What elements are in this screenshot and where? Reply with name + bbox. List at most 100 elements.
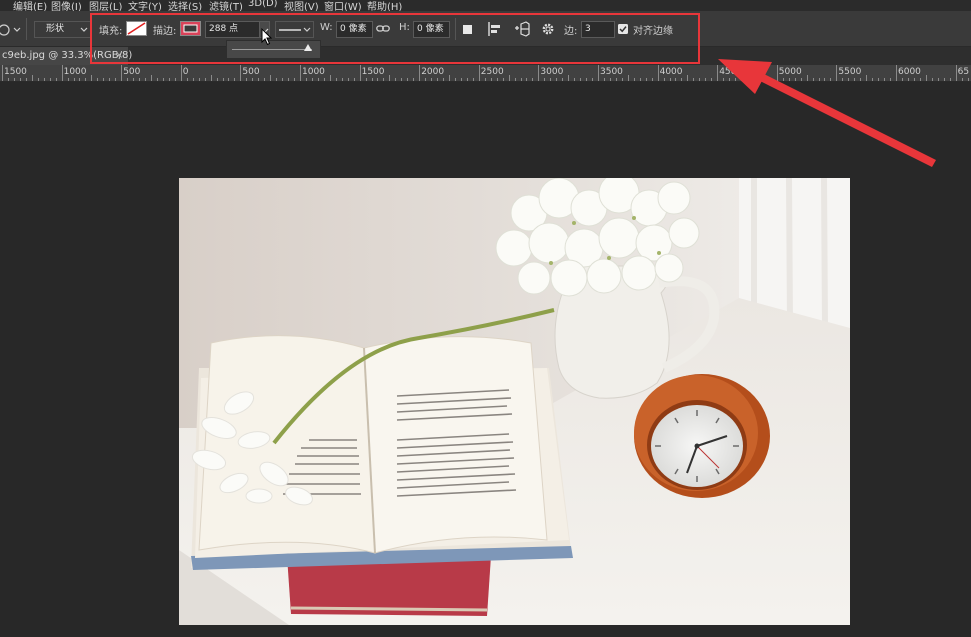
- ruler-minor-tick: [490, 78, 492, 81]
- ruler-minor-tick: [663, 78, 665, 81]
- ruler-minor-tick: [693, 78, 695, 81]
- ruler-minor-tick: [449, 75, 450, 81]
- ruler-minor-tick: [556, 78, 558, 81]
- ruler-major-tick: [300, 65, 301, 81]
- ruler-major-tick: [478, 65, 480, 81]
- ruler-minor-tick: [162, 78, 164, 81]
- tool-preset-icon[interactable]: [0, 24, 22, 36]
- ruler-minor-tick: [371, 78, 373, 81]
- ruler-minor-tick: [639, 78, 641, 81]
- ruler-minor-tick: [377, 78, 379, 81]
- ruler-minor-tick: [55, 78, 57, 81]
- ruler-minor-tick: [967, 78, 969, 81]
- mode-select[interactable]: 形状: [34, 21, 91, 38]
- ruler-minor-tick: [443, 78, 445, 81]
- ruler-major-tick: [121, 65, 123, 81]
- menu-select[interactable]: 选择(S): [168, 0, 202, 11]
- ruler-label: 1000: [302, 67, 325, 77]
- ruler-minor-tick: [7, 78, 9, 81]
- annotation-arrow-icon: [718, 59, 936, 167]
- ruler-minor-tick: [97, 78, 99, 81]
- chevron-down-icon: [80, 27, 88, 32]
- menu-edit[interactable]: 编辑(E): [13, 0, 47, 11]
- menu-bar: 编辑(E) 图像(I) 图层(L) 文字(Y) 选择(S) 滤镜(T) 3D(D…: [0, 0, 971, 11]
- ruler-major-tick: [61, 65, 63, 81]
- ruler-minor-tick: [603, 78, 605, 81]
- ruler-minor-tick: [609, 78, 611, 81]
- ruler-minor-tick: [383, 78, 385, 81]
- ruler-label: 3000: [540, 67, 564, 77]
- ruler-minor-tick: [365, 78, 367, 81]
- ruler-minor-tick: [115, 78, 117, 81]
- ruler-minor-tick: [514, 78, 516, 81]
- menu-filter[interactable]: 滤镜(T): [209, 0, 243, 11]
- ruler-label: 1500: [4, 67, 27, 77]
- ruler-minor-tick: [25, 78, 27, 81]
- ruler-minor-tick: [210, 75, 212, 81]
- ruler-minor-tick: [79, 78, 81, 81]
- ruler-minor-tick: [460, 78, 462, 81]
- cursor-icon: [261, 28, 273, 46]
- ruler-minor-tick: [234, 78, 236, 81]
- ruler-minor-tick: [347, 78, 349, 81]
- document-image: [179, 178, 850, 625]
- ruler-minor-tick: [425, 78, 427, 81]
- ruler-minor-tick: [484, 78, 486, 81]
- ruler-minor-tick: [586, 78, 588, 81]
- ruler-label: 2500: [480, 67, 504, 77]
- ruler-minor-tick: [681, 78, 683, 81]
- ruler-minor-tick: [151, 75, 152, 81]
- ruler-minor-tick: [389, 75, 391, 81]
- ruler-minor-tick: [127, 78, 129, 81]
- ruler-minor-tick: [139, 78, 141, 81]
- ruler-label: 65: [957, 67, 970, 77]
- ruler-minor-tick: [496, 78, 498, 81]
- menu-layer[interactable]: 图层(L): [89, 0, 122, 11]
- ruler-minor-tick: [592, 78, 594, 81]
- ruler-major-tick: [359, 65, 361, 81]
- menu-image[interactable]: 图像(I): [51, 0, 82, 11]
- ruler-minor-tick: [431, 78, 433, 81]
- ruler-minor-tick: [633, 78, 635, 81]
- ruler-minor-tick: [454, 78, 456, 81]
- ruler-minor-tick: [341, 78, 343, 81]
- ruler-minor-tick: [329, 75, 331, 81]
- menu-help[interactable]: 帮助(H): [367, 0, 402, 11]
- ruler-major-tick: [419, 65, 421, 81]
- menu-type[interactable]: 文字(Y): [128, 0, 162, 11]
- menu-view[interactable]: 视图(V): [284, 0, 319, 11]
- ruler-minor-tick: [198, 78, 200, 81]
- ruler-minor-tick: [168, 78, 170, 81]
- ruler-label: 1500: [361, 67, 385, 77]
- ruler-minor-tick: [437, 78, 439, 81]
- ruler-minor-tick: [407, 78, 409, 81]
- ruler-minor-tick: [103, 78, 105, 81]
- ruler-minor-tick: [472, 78, 474, 81]
- ruler-major-tick: [2, 65, 3, 81]
- ruler-label: 0: [182, 67, 189, 77]
- ruler-minor-tick: [562, 78, 564, 81]
- ruler-minor-tick: [85, 78, 87, 81]
- menu-3d[interactable]: 3D(D): [248, 0, 278, 9]
- ruler-minor-tick: [580, 78, 582, 81]
- ruler-minor-tick: [67, 78, 69, 81]
- ruler-minor-tick: [216, 78, 218, 81]
- ruler-minor-tick: [615, 78, 617, 81]
- ruler-minor-tick: [413, 78, 415, 81]
- ruler-label: 4000: [659, 67, 683, 77]
- ruler-minor-tick: [246, 78, 248, 81]
- ruler-minor-tick: [621, 78, 623, 81]
- ruler-minor-tick: [949, 78, 951, 81]
- ruler-minor-tick: [186, 78, 188, 81]
- ruler-label: 2000: [421, 67, 445, 77]
- menu-window[interactable]: 窗口(W): [324, 0, 362, 11]
- ruler-minor-tick: [276, 78, 278, 81]
- ruler-minor-tick: [252, 78, 254, 81]
- ruler-major-tick: [657, 65, 659, 81]
- ruler-minor-tick: [401, 78, 403, 81]
- ruler-minor-tick: [502, 78, 504, 81]
- ruler-minor-tick: [145, 78, 147, 81]
- ruler-major-tick: [598, 65, 599, 81]
- ruler-major-tick: [240, 65, 242, 81]
- ruler-minor-tick: [258, 78, 260, 81]
